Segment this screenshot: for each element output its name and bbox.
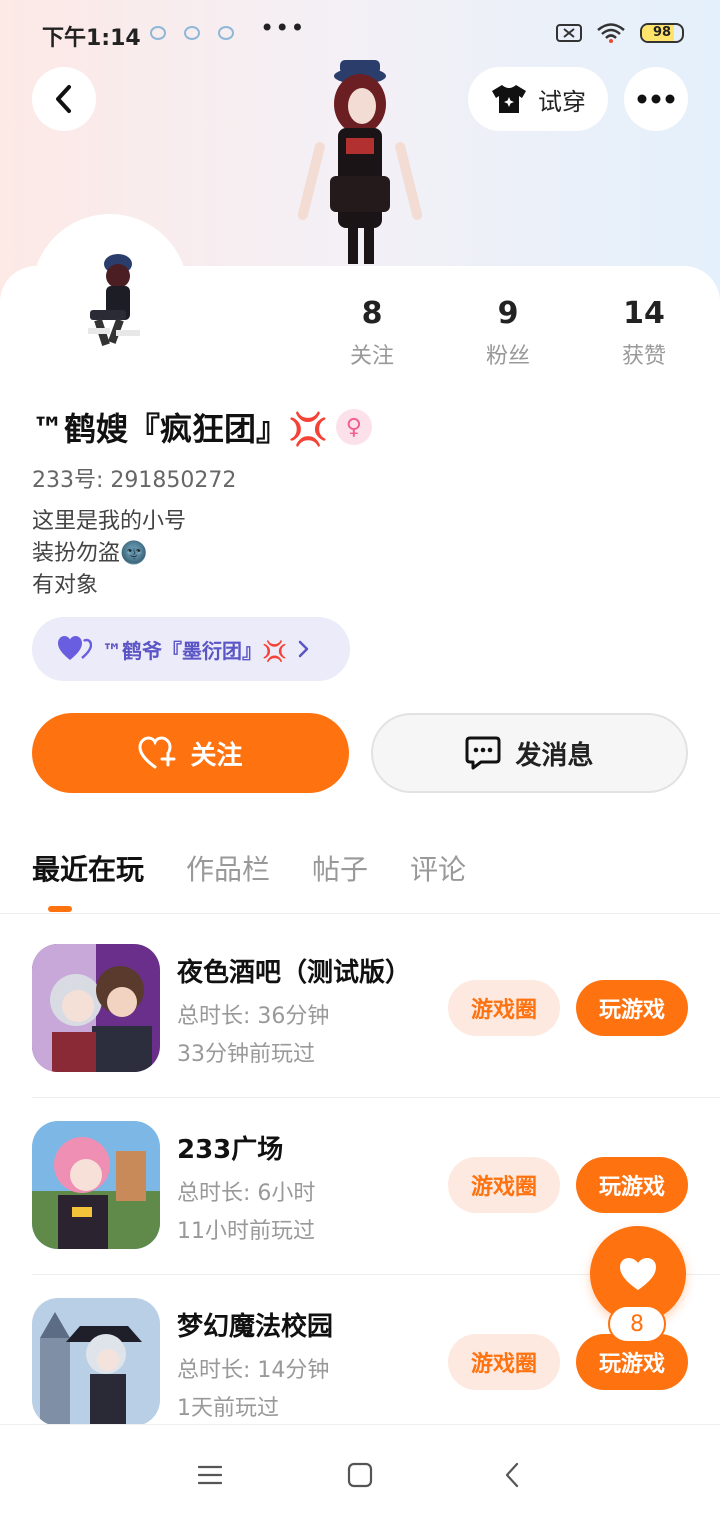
partner-link[interactable]: ™鹤爷『墨衍团』💢	[32, 617, 350, 681]
home-square-icon	[347, 1462, 373, 1488]
status-time: 下午1:14	[42, 26, 141, 51]
heart-plus-icon	[138, 736, 176, 769]
notification-icon	[218, 26, 234, 40]
more-button[interactable]	[624, 67, 688, 131]
user-id: 233号: 291850272	[32, 468, 237, 493]
game-duration: 总时长: 36分钟	[177, 1004, 330, 1029]
divider	[0, 913, 720, 914]
profile-tabs: 最近在玩 作品栏 帖子 评论	[32, 848, 466, 888]
stat-value: 8	[361, 296, 383, 331]
wifi-icon	[597, 23, 625, 43]
play-game-button[interactable]: 玩游戏	[576, 1157, 688, 1213]
female-gender-icon: ♀	[335, 409, 372, 445]
try-on-button[interactable]: 试穿	[468, 67, 608, 131]
game-last-played: 33分钟前玩过	[177, 1042, 315, 1067]
play-game-button[interactable]: 玩游戏	[576, 980, 688, 1036]
more-dots-icon	[637, 94, 675, 104]
stat-label: 关注	[349, 344, 394, 369]
active-tab-indicator	[48, 906, 72, 912]
like-count-badge: 8	[608, 1305, 666, 1343]
bio-line: 有对象	[32, 573, 99, 598]
game-title: 梦幻魔法校园	[177, 1312, 334, 1342]
game-circle-button[interactable]: 游戏圈	[448, 1334, 560, 1390]
chevron-left-icon	[56, 85, 71, 113]
back-arrow-icon	[505, 1462, 519, 1488]
game-duration: 总时长: 14分钟	[177, 1358, 330, 1383]
tshirt-icon	[492, 85, 526, 113]
game-duration: 总时长: 6小时	[177, 1181, 316, 1206]
partner-name: ™鹤爷『墨衍团』💢	[102, 638, 287, 663]
game-circle-button[interactable]: 游戏圈	[448, 980, 560, 1036]
stat-likes[interactable]: 14 获赞	[594, 296, 694, 370]
back-button[interactable]	[32, 67, 96, 131]
divider	[32, 1097, 720, 1098]
tab-works[interactable]: 作品栏	[186, 848, 270, 888]
avatar-3d-character	[290, 56, 430, 272]
chevron-right-icon	[298, 640, 309, 658]
stat-following[interactable]: 8 关注	[322, 296, 422, 370]
notification-icon	[150, 26, 166, 40]
try-on-label: 试穿	[538, 87, 586, 116]
stat-value: 9	[497, 296, 519, 331]
stat-label: 获赞	[621, 344, 666, 369]
bio: 这里是我的小号 装扮勿盗🌚 有对象	[32, 506, 186, 602]
stat-value: 14	[623, 296, 665, 331]
game-circle-button[interactable]: 游戏圈	[448, 1157, 560, 1213]
heart-icon	[620, 1258, 656, 1290]
more-notifications-icon: •••	[260, 14, 306, 42]
notification-icons	[150, 26, 234, 40]
battery-icon: 98	[640, 23, 684, 43]
game-last-played: 11小时前玩过	[177, 1219, 315, 1244]
sim-off-icon	[556, 24, 582, 42]
chat-bubble-icon	[465, 736, 501, 770]
avatar[interactable]	[76, 250, 154, 354]
game-title: 233广场	[177, 1135, 284, 1165]
system-nav-bar	[0, 1424, 720, 1521]
menu-icon	[198, 1465, 222, 1485]
home-button[interactable]	[340, 1455, 380, 1495]
recents-button[interactable]	[190, 1455, 230, 1495]
tab-comments[interactable]: 评论	[410, 848, 466, 888]
follow-button[interactable]: 关注	[32, 713, 349, 793]
send-message-button[interactable]: 发消息	[371, 713, 688, 793]
tab-posts[interactable]: 帖子	[312, 848, 368, 888]
bio-line: 这里是我的小号	[32, 509, 187, 534]
game-icon[interactable]	[32, 944, 160, 1072]
status-indicators: 98	[556, 22, 684, 44]
game-row[interactable]: 夜色酒吧（测试版） 总时长: 36分钟 33分钟前玩过 游戏圈 玩游戏	[0, 922, 720, 1098]
send-message-label: 发消息	[515, 740, 594, 771]
stat-label: 粉丝	[485, 344, 530, 369]
game-icon[interactable]	[32, 1121, 160, 1249]
stat-followers[interactable]: 9 粉丝	[458, 296, 558, 370]
tab-recently-played[interactable]: 最近在玩	[32, 848, 144, 888]
game-title: 夜色酒吧（测试版）	[177, 958, 412, 988]
name-row: ™鹤嫂『疯狂团』💢 ♀	[32, 404, 372, 450]
game-icon[interactable]	[32, 1298, 160, 1426]
system-back-button[interactable]	[492, 1455, 532, 1495]
profile-name: ™鹤嫂『疯狂团』💢	[32, 410, 328, 448]
notification-icon	[184, 26, 200, 40]
game-last-played: 1天前玩过	[177, 1396, 279, 1421]
double-heart-icon	[58, 636, 92, 660]
follow-label: 关注	[190, 740, 243, 771]
bio-line: 装扮勿盗🌚	[32, 541, 148, 566]
